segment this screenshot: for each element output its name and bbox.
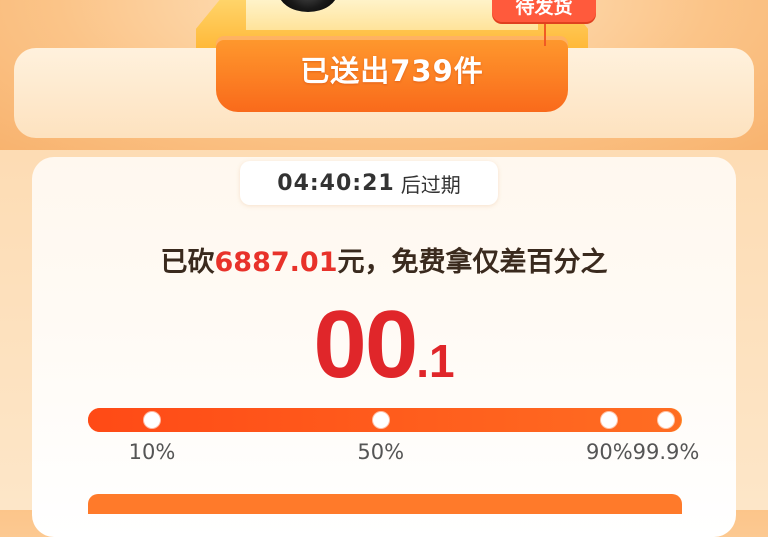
countdown-time: 04:40:21 xyxy=(277,170,395,196)
sent-count-label: 已送出739件 xyxy=(300,54,484,88)
headline-prefix: 已砍 xyxy=(160,247,215,278)
bargain-headline: 已砍6887.01元，免费拿仅差百分之 xyxy=(0,240,768,279)
bargain-amount: 6887.01 xyxy=(214,247,338,278)
milestone-label: 90% xyxy=(586,440,633,464)
countdown-timer: 04:40:21 后过期 xyxy=(240,161,498,205)
status-badge: 待发货 xyxy=(492,0,596,22)
milestone-dot xyxy=(144,412,160,428)
bargain-progress-bar xyxy=(88,408,682,432)
countdown-suffix: 后过期 xyxy=(400,172,461,197)
milestone-label: 10% xyxy=(128,440,176,464)
remaining-percent-integer: 00 xyxy=(313,291,418,398)
milestone-dot xyxy=(372,412,389,428)
remaining-percent: 00.1 xyxy=(0,290,768,400)
headline-suffix: 元，免费拿仅差百分之 xyxy=(337,247,608,278)
remaining-percent-decimal: .1 xyxy=(416,335,455,387)
milestone-dot xyxy=(658,412,674,428)
milestone-label: 50% xyxy=(357,440,405,464)
milestone-label: 99.9% xyxy=(632,440,700,464)
action-button-top[interactable] xyxy=(88,494,682,514)
